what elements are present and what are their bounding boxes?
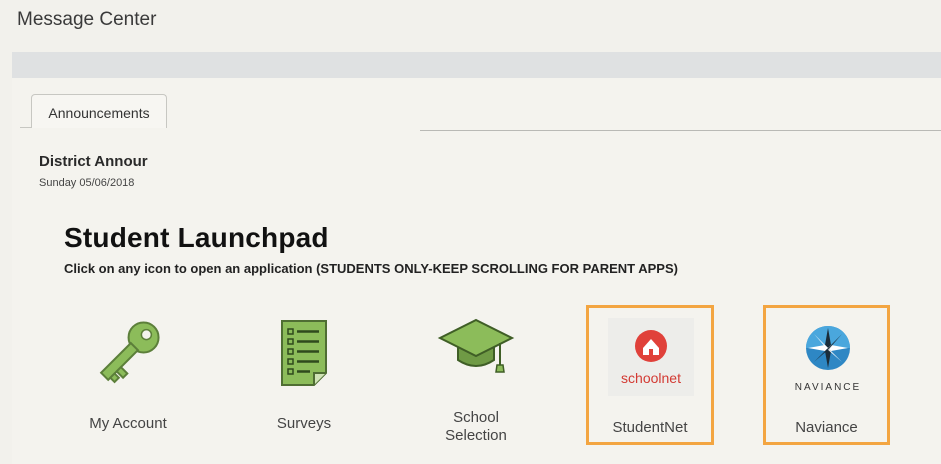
key-icon <box>64 313 192 393</box>
schoolnet-logo-text: schoolnet <box>621 370 681 386</box>
app-label: Naviance <box>795 419 858 436</box>
app-label: School Selection <box>445 409 507 444</box>
naviance-logo: NAVIANCE <box>780 316 876 400</box>
checklist-icon <box>240 313 368 393</box>
tab-announcements[interactable]: Announcements <box>31 94 167 128</box>
app-naviance[interactable]: NAVIANCE Naviance <box>763 305 890 445</box>
launchpad-title: Student Launchpad <box>64 222 329 253</box>
app-studentnet[interactable]: schoolnet StudentNet <box>586 305 714 445</box>
announcement-title[interactable]: District Annour <box>39 153 148 170</box>
app-label: My Account <box>89 415 167 432</box>
app-school-selection[interactable]: School Selection <box>412 305 540 445</box>
naviance-logo-text: NAVIANCE <box>795 382 861 393</box>
app-surveys[interactable]: Surveys <box>240 305 368 445</box>
graduation-cap-icon <box>412 305 540 385</box>
app-label: Surveys <box>276 415 332 432</box>
launchpad-subtitle: Click on any icon to open an application… <box>64 261 678 276</box>
tab-divider <box>420 130 941 131</box>
app-label: StudentNet <box>612 419 688 436</box>
announcement-date: Sunday 05/06/2018 <box>39 177 135 189</box>
page-title: Message Center <box>17 9 157 30</box>
app-my-account[interactable]: My Account <box>64 305 192 445</box>
schoolnet-logo: schoolnet <box>608 318 694 396</box>
header-band <box>12 52 941 78</box>
